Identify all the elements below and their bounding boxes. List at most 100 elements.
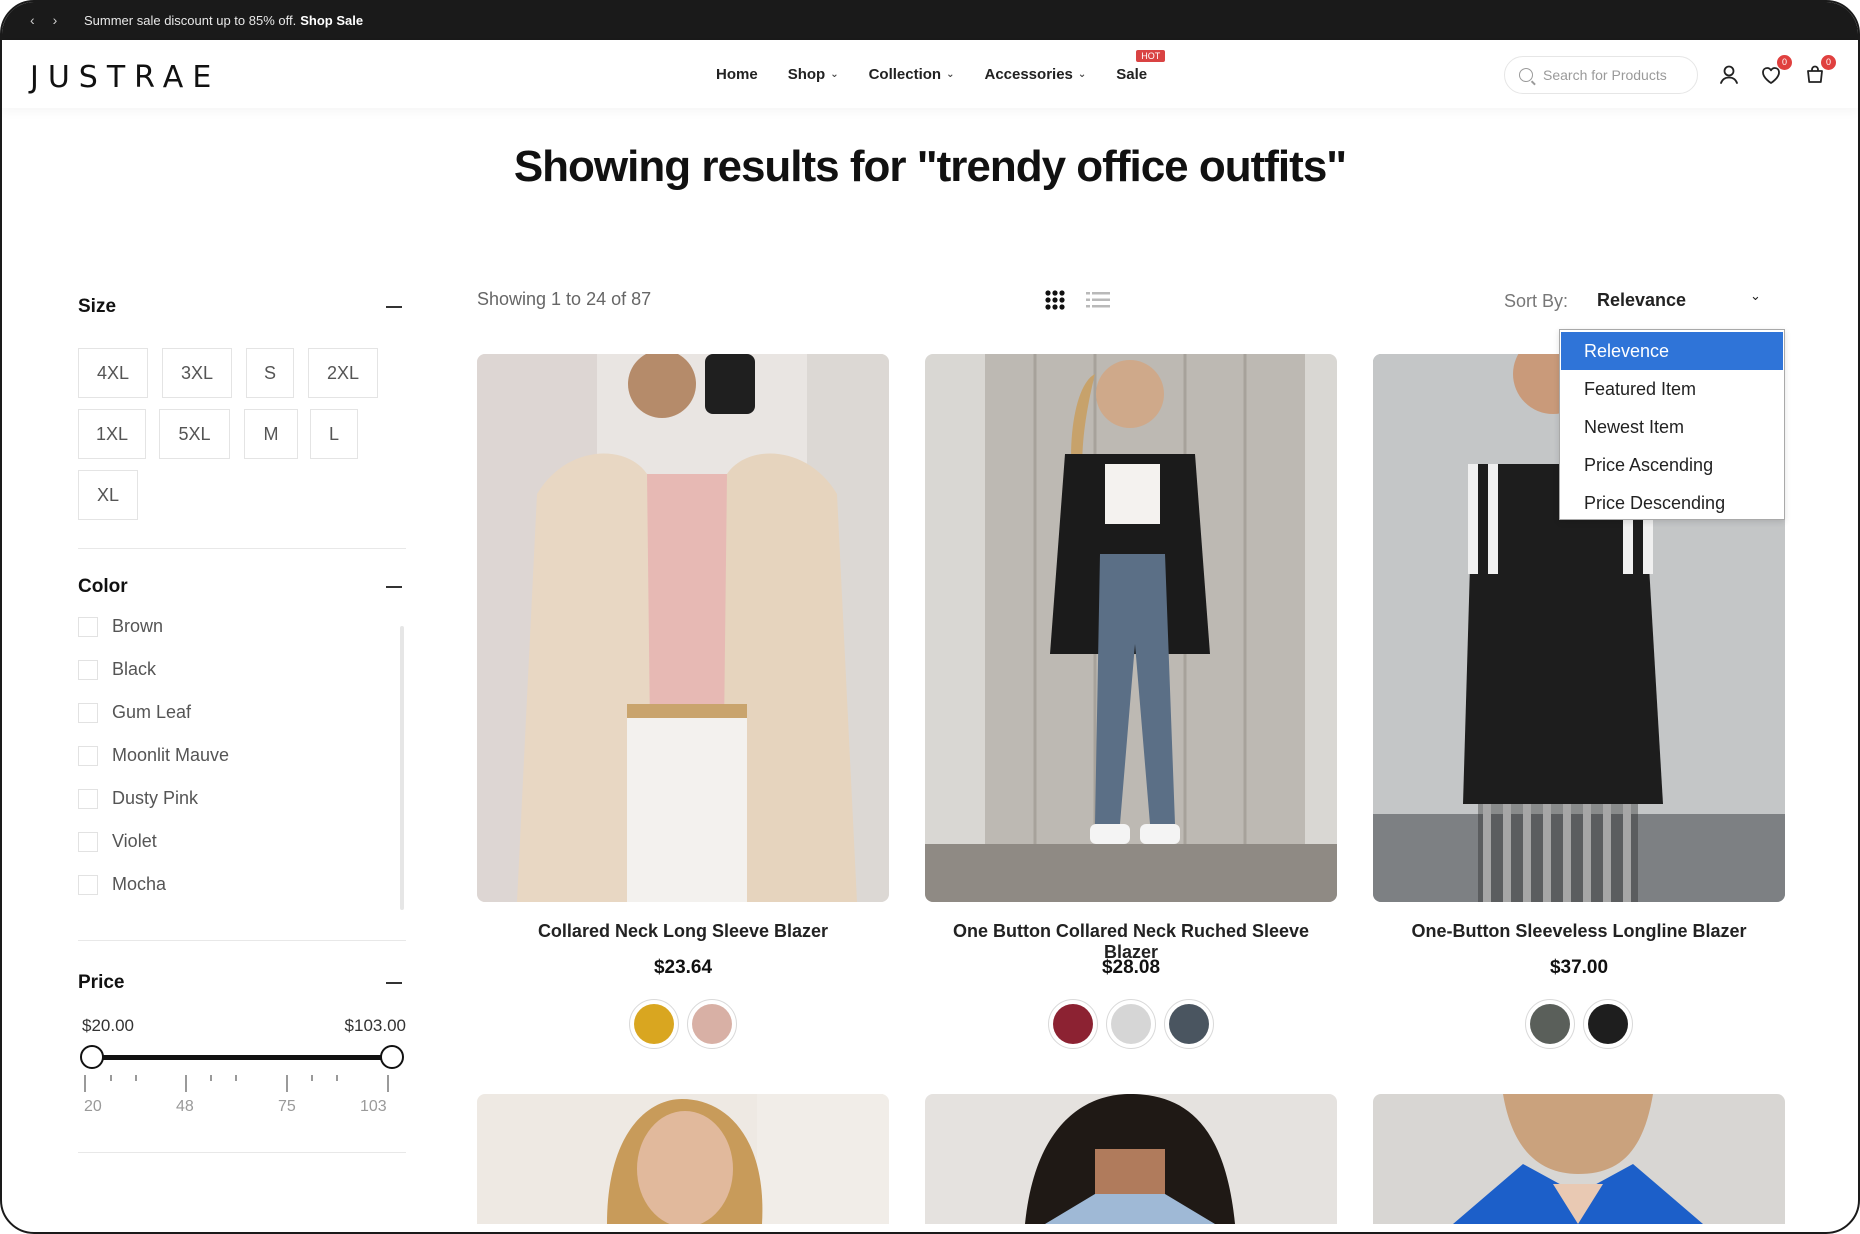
slider-tick bbox=[185, 1075, 187, 1092]
checkbox[interactable] bbox=[78, 702, 98, 723]
wishlist-count-badge: 0 bbox=[1777, 55, 1792, 70]
nav-accessories[interactable]: Accessories ⌄ bbox=[984, 66, 1086, 83]
tick-label: 75 bbox=[278, 1098, 296, 1115]
product-name[interactable]: Collared Neck Long Sleeve Blazer bbox=[477, 921, 889, 942]
checkbox[interactable] bbox=[78, 831, 98, 852]
size-filter-header[interactable]: Size bbox=[78, 292, 406, 322]
chevron-right-icon[interactable]: › bbox=[53, 12, 58, 28]
sort-option-price-asc[interactable]: Price Ascending bbox=[1561, 446, 1783, 484]
size-option[interactable]: 5XL bbox=[159, 409, 230, 459]
collapse-icon[interactable] bbox=[386, 586, 402, 588]
nav-home[interactable]: Home bbox=[716, 66, 758, 83]
size-option[interactable]: 2XL bbox=[308, 348, 378, 398]
product-photo bbox=[925, 354, 1337, 902]
color-option-label: Moonlit Mauve bbox=[112, 745, 230, 765]
search-box[interactable] bbox=[1504, 56, 1698, 94]
color-swatch[interactable] bbox=[687, 999, 737, 1049]
announcement-text: Summer sale discount up to 85% off. Shop … bbox=[84, 13, 363, 28]
color-swatch[interactable] bbox=[1048, 999, 1098, 1049]
size-filter-title: Size bbox=[78, 296, 117, 317]
slider-tick bbox=[110, 1075, 112, 1081]
filter-divider bbox=[78, 940, 406, 941]
color-swatch[interactable] bbox=[1583, 999, 1633, 1049]
color-option[interactable]: Mocha bbox=[78, 874, 166, 895]
color-swatch[interactable] bbox=[629, 999, 679, 1049]
color-option[interactable]: Dusty Pink bbox=[78, 788, 198, 809]
sort-option-price-desc[interactable]: Price Descending bbox=[1561, 484, 1783, 522]
product-image-row2-2[interactable] bbox=[925, 1094, 1337, 1224]
nav-sale-label: Sale bbox=[1116, 66, 1148, 83]
nav-sale[interactable]: Sale HOT bbox=[1116, 50, 1166, 83]
nav-shop[interactable]: Shop ⌄ bbox=[788, 66, 839, 83]
site-logo[interactable]: JUSTRAE bbox=[30, 60, 220, 95]
account-button[interactable] bbox=[1716, 62, 1742, 88]
swatch-fill bbox=[1588, 1004, 1628, 1044]
color-option[interactable]: Brown bbox=[78, 616, 163, 637]
product-image-collared-blazer[interactable] bbox=[477, 354, 889, 902]
sort-option-relevence[interactable]: Relevence bbox=[1561, 332, 1783, 370]
chevron-down-icon[interactable]: ⌄ bbox=[1750, 288, 1761, 304]
color-option[interactable]: Moonlit Mauve bbox=[78, 745, 229, 766]
color-swatch[interactable] bbox=[1525, 999, 1575, 1049]
tick-label: 48 bbox=[176, 1098, 194, 1115]
sort-option-featured[interactable]: Featured Item bbox=[1561, 370, 1783, 408]
checkbox[interactable] bbox=[78, 616, 98, 637]
product-image-ruched-blazer[interactable] bbox=[925, 354, 1337, 902]
product-price: $28.08 bbox=[1101, 957, 1161, 978]
price-slider-max-handle[interactable] bbox=[380, 1045, 404, 1069]
color-option-label: Gum Leaf bbox=[112, 702, 192, 722]
nav-collection-label: Collection bbox=[868, 66, 942, 83]
size-option[interactable]: 3XL bbox=[162, 348, 232, 398]
size-option[interactable]: 1XL bbox=[78, 409, 146, 459]
product-image-row2-1[interactable] bbox=[477, 1094, 889, 1224]
nav-collection[interactable]: Collection ⌄ bbox=[869, 66, 955, 83]
user-icon bbox=[1720, 65, 1738, 84]
tick-label: 20 bbox=[84, 1098, 102, 1115]
grid-view-button[interactable] bbox=[1044, 289, 1066, 311]
price-range-values: $20.00 $103.00 bbox=[82, 1016, 406, 1036]
color-option[interactable]: Black bbox=[78, 659, 156, 680]
collapse-icon[interactable] bbox=[386, 306, 402, 308]
collapse-icon[interactable] bbox=[386, 982, 402, 984]
slider-tick bbox=[286, 1075, 288, 1092]
checkbox[interactable] bbox=[78, 745, 98, 766]
color-filter-header[interactable]: Color bbox=[78, 572, 406, 602]
list-view-button[interactable] bbox=[1086, 289, 1110, 311]
size-option[interactable]: L bbox=[310, 409, 358, 459]
cart-button[interactable]: 0 bbox=[1802, 55, 1836, 88]
color-option-label: Black bbox=[112, 659, 157, 679]
wishlist-button[interactable]: 0 bbox=[1758, 55, 1792, 88]
sort-select[interactable]: Relevance bbox=[1597, 290, 1686, 311]
checkbox[interactable] bbox=[78, 659, 98, 680]
price-slider-track[interactable] bbox=[92, 1055, 394, 1060]
slider-tick bbox=[336, 1075, 338, 1081]
announcement-bar: ‹ › Summer sale discount up to 85% off. S… bbox=[2, 2, 1858, 40]
price-slider-min-handle[interactable] bbox=[80, 1045, 104, 1069]
price-filter-header[interactable]: Price bbox=[78, 968, 406, 998]
checkbox[interactable] bbox=[78, 874, 98, 895]
sort-option-newest[interactable]: Newest Item bbox=[1561, 408, 1783, 446]
product-name[interactable]: One-Button Sleeveless Longline Blazer bbox=[1373, 921, 1785, 942]
list-icon bbox=[1086, 292, 1110, 308]
slider-tick bbox=[84, 1075, 86, 1092]
color-swatch[interactable] bbox=[1164, 999, 1214, 1049]
chevron-left-icon[interactable]: ‹ bbox=[30, 12, 35, 28]
size-option[interactable]: 4XL bbox=[78, 348, 148, 398]
checkbox[interactable] bbox=[78, 788, 98, 809]
search-icon bbox=[1519, 68, 1533, 82]
product-price: $23.64 bbox=[653, 957, 713, 978]
color-option[interactable]: Gum Leaf bbox=[78, 702, 191, 723]
cart-count-badge: 0 bbox=[1821, 55, 1836, 70]
product-swatches bbox=[1373, 999, 1785, 1049]
shop-sale-link[interactable]: Shop Sale bbox=[300, 13, 363, 28]
color-option[interactable]: Violet bbox=[78, 831, 157, 852]
color-swatch[interactable] bbox=[1106, 999, 1156, 1049]
nav-shop-label: Shop bbox=[787, 66, 826, 83]
size-option[interactable]: XL bbox=[78, 470, 138, 520]
search-input[interactable] bbox=[1543, 67, 1673, 83]
color-list-scrollbar[interactable] bbox=[400, 626, 404, 910]
size-option[interactable]: M bbox=[244, 409, 298, 459]
product-image-row2-3[interactable] bbox=[1373, 1094, 1785, 1224]
product-photo bbox=[477, 1094, 889, 1224]
size-option[interactable]: S bbox=[246, 348, 294, 398]
